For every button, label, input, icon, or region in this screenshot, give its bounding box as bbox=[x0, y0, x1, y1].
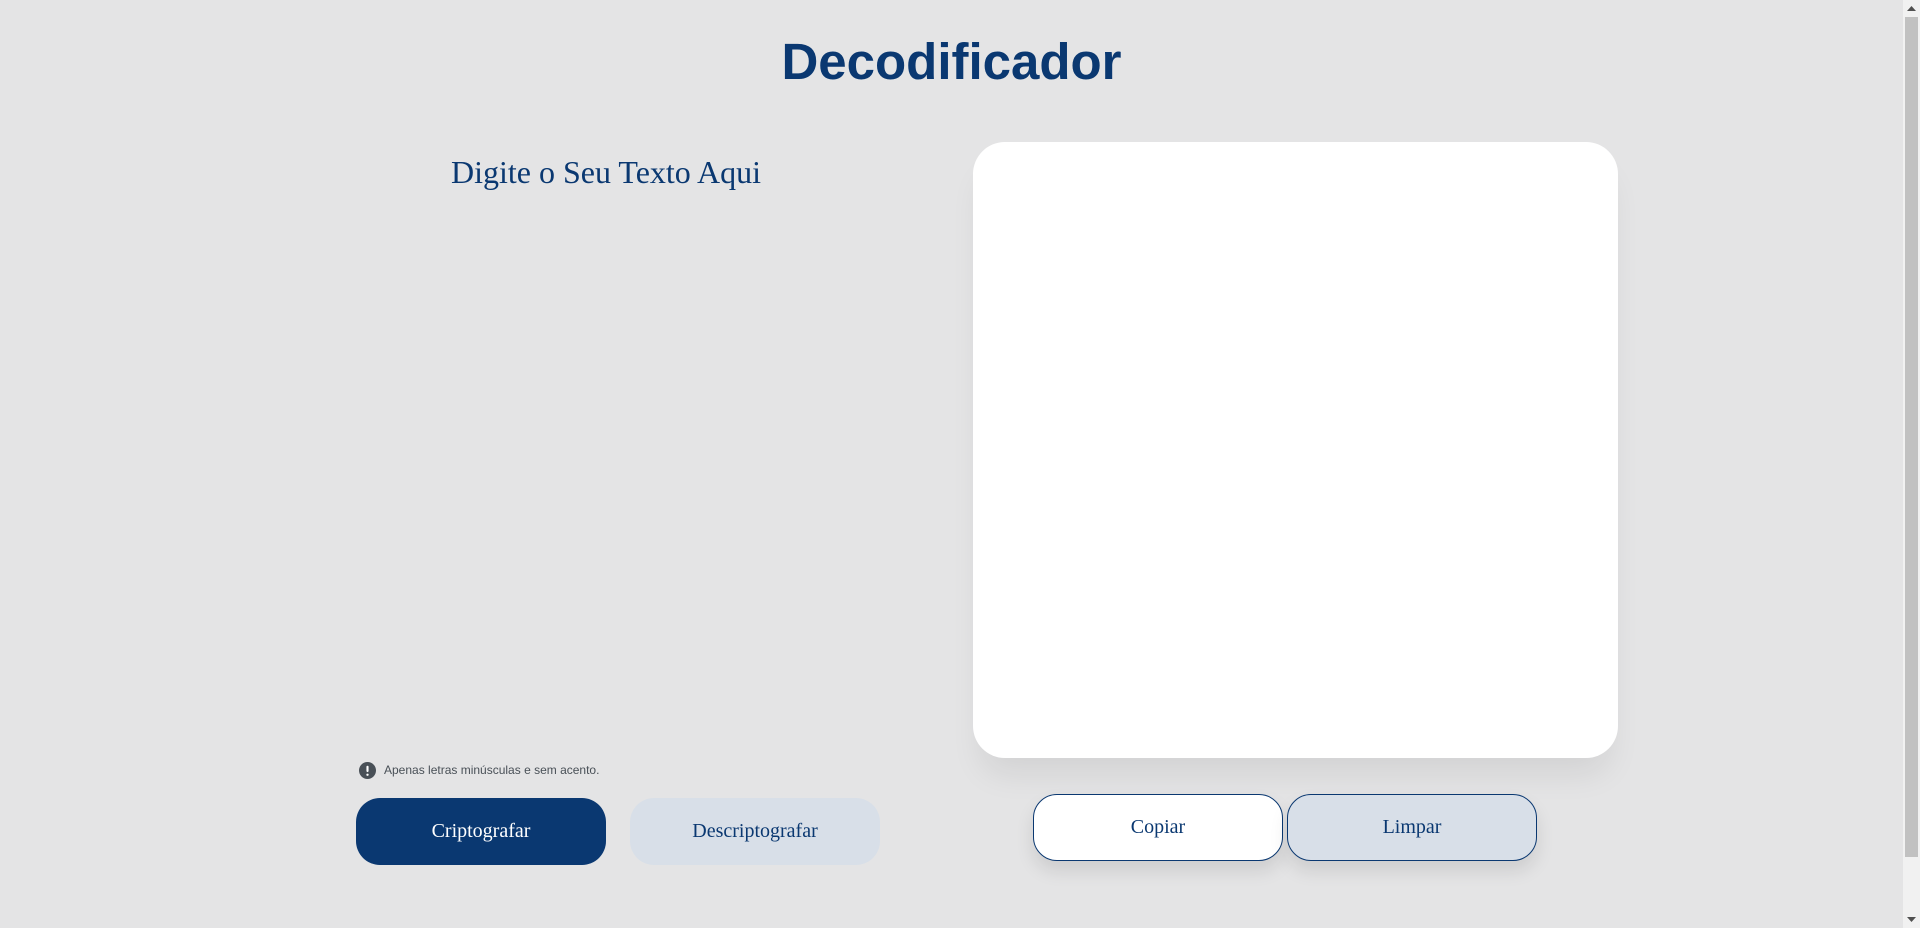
hint: Apenas letras minúsculas e sem acento. bbox=[359, 761, 599, 779]
clear-button[interactable]: Limpar bbox=[1287, 794, 1537, 861]
scroll-up-arrow-icon[interactable] bbox=[1903, 0, 1920, 17]
scrollbar-thumb[interactable] bbox=[1905, 17, 1918, 857]
copy-button[interactable]: Copiar bbox=[1033, 794, 1283, 861]
page-title: Decodificador bbox=[781, 33, 1122, 90]
encrypt-button[interactable]: Criptografar bbox=[356, 798, 606, 865]
hint-text: Apenas letras minúsculas e sem acento. bbox=[384, 763, 600, 777]
scroll-down-arrow-icon[interactable] bbox=[1903, 911, 1920, 928]
text-input[interactable] bbox=[356, 142, 856, 742]
output-panel bbox=[973, 142, 1618, 758]
exclamation-circle-icon bbox=[359, 761, 376, 779]
decrypt-button[interactable]: Descriptografar bbox=[630, 798, 880, 865]
scrollbar[interactable] bbox=[1903, 0, 1920, 928]
